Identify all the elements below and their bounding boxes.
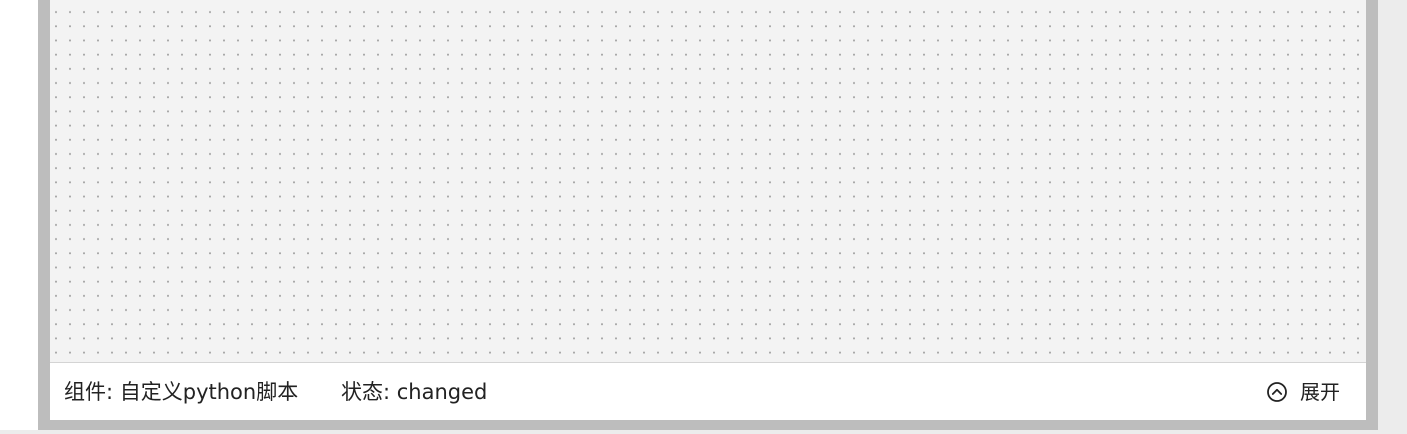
state-label: 状态: changed xyxy=(341,380,488,404)
component-label: 组件: 自定义python脚本 xyxy=(64,380,299,404)
expand-button[interactable]: 展开 xyxy=(1266,379,1340,405)
window-bottom-edge xyxy=(0,430,1407,434)
dotted-grid-canvas[interactable] xyxy=(50,0,1366,362)
window-edge xyxy=(1378,0,1407,434)
expand-label: 展开 xyxy=(1300,380,1340,404)
status-bar: 组件: 自定义python脚本 状态: changed 展开 xyxy=(50,362,1366,420)
chevron-up-circle-icon xyxy=(1266,381,1288,403)
workflow-editor: 组件: 自定义python脚本 状态: changed 展开 xyxy=(0,0,1407,434)
